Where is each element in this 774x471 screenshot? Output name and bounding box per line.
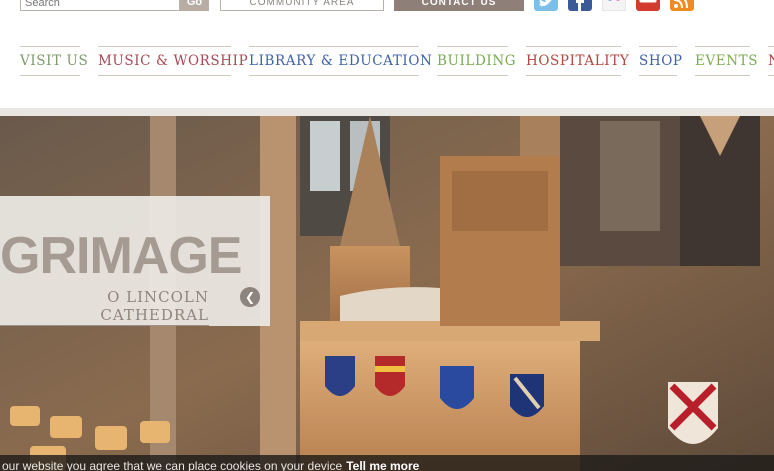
header-divider xyxy=(0,108,774,116)
nav-item-music-worship[interactable]: Music & Worship xyxy=(98,46,249,76)
nav-item-partial[interactable]: N xyxy=(768,46,774,76)
nav-item-label: Hospitality xyxy=(526,53,630,69)
nav-item-label: Building xyxy=(437,53,517,69)
flickr-icon[interactable] xyxy=(602,0,626,11)
cookie-message: our website you agree that we can place … xyxy=(2,459,343,471)
nav-item-visit-us[interactable]: Visit Us xyxy=(20,46,89,76)
tell-me-more-link[interactable]: Tell me more xyxy=(346,459,419,471)
nav-item-building[interactable]: Building xyxy=(437,46,517,76)
nav-item-library-education[interactable]: Library & Education xyxy=(249,46,433,76)
nav-item-label: Music & Worship xyxy=(98,53,249,69)
search-form: Go xyxy=(20,0,209,11)
slide-subtitle-link[interactable]: O LINCOLN CATHEDRAL xyxy=(0,288,209,326)
rss-icon[interactable] xyxy=(670,0,694,11)
twitter-icon[interactable] xyxy=(534,0,558,11)
contact-us-button[interactable]: CONTACT US xyxy=(394,0,524,11)
search-input[interactable] xyxy=(20,0,180,11)
nav-item-label: Library & Education xyxy=(249,53,433,69)
nav-item-label: Events xyxy=(695,53,759,69)
community-area-button[interactable]: COMMUNITY AREA xyxy=(220,0,384,11)
chevron-left-icon: ❮ xyxy=(244,290,256,304)
nav-item-shop[interactable]: Shop xyxy=(639,46,683,76)
slide-prev-button[interactable]: ❮ xyxy=(240,287,260,307)
youtube-icon[interactable] xyxy=(636,0,660,11)
hero-slideshow: GRIMAGE O LINCOLN CATHEDRAL ❮ xyxy=(0,116,774,471)
nav-item-label: Shop xyxy=(639,53,683,69)
nav-item-label: Visit Us xyxy=(20,53,89,69)
search-go-button[interactable]: Go xyxy=(180,0,209,11)
nav-item-events[interactable]: Events xyxy=(695,46,759,76)
slide-title: GRIMAGE xyxy=(0,227,242,285)
nav-item-label: N xyxy=(768,47,774,75)
nav-item-hospitality[interactable]: Hospitality xyxy=(526,46,630,76)
cookie-notice-bar: our website you agree that we can place … xyxy=(0,455,774,471)
main-navigation: Visit Us Music & Worship Library & Educa… xyxy=(0,46,774,76)
top-utility-bar: Go COMMUNITY AREA CONTACT US xyxy=(0,0,774,14)
slide-caption-panel: GRIMAGE O LINCOLN CATHEDRAL ❮ xyxy=(0,196,270,326)
cookie-notice-text: our website you agree that we can place … xyxy=(2,458,419,471)
facebook-icon[interactable] xyxy=(568,0,592,11)
